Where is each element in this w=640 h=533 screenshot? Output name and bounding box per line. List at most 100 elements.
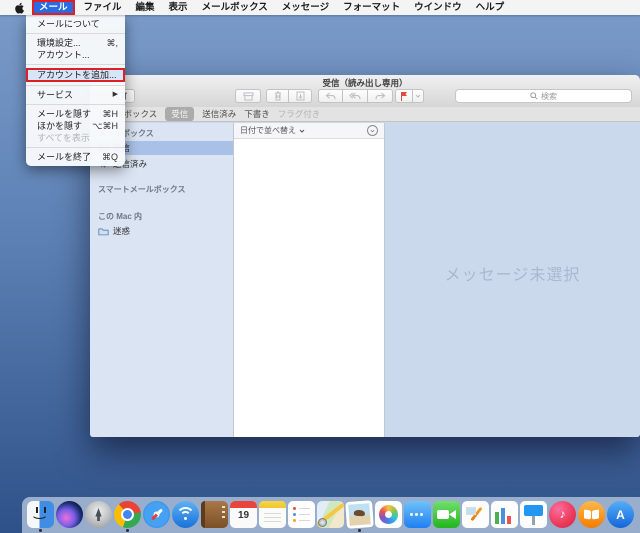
search-input[interactable]: 検索 (455, 89, 632, 103)
sort-by-date-control[interactable]: 日付で並べ替え (240, 125, 305, 136)
filter-toggle-button[interactable] (367, 125, 378, 136)
junk-button[interactable] (289, 89, 312, 103)
trash-button[interactable] (266, 89, 289, 103)
menu-separator (26, 147, 125, 148)
apple-menu-icon[interactable] (8, 2, 30, 14)
siri-icon (56, 501, 83, 528)
sidebar-item-junk[interactable]: 迷惑 (90, 224, 233, 238)
dock-icon-ibooks[interactable] (577, 501, 606, 528)
search-placeholder: 検索 (541, 91, 557, 102)
window-titlebar[interactable]: 受信（読み出し専用） (90, 75, 640, 108)
dock-icon-maps[interactable] (316, 501, 345, 528)
dock-icon-reminders[interactable] (287, 501, 316, 528)
favorites-tab-drafts[interactable]: 下書き (244, 108, 270, 120)
ibooks-icon (578, 501, 605, 528)
dock: 19 ♪ A (22, 497, 640, 533)
dock-icon-safari[interactable] (142, 501, 171, 528)
reply-all-icon (349, 92, 361, 101)
forward-icon (375, 92, 386, 101)
dock-icon-calendar[interactable]: 19 (229, 501, 258, 528)
window-content: メールボックス 受信 送信済み スマートメールボックス この Mac 内 迷惑 … (90, 123, 640, 437)
dock-icon-chrome[interactable] (113, 501, 142, 532)
menu-item-label: アカウントを追加... (37, 70, 117, 80)
menu-item-services[interactable]: サービス ▶ (26, 89, 125, 101)
menubar-item-mail[interactable]: メール (32, 0, 75, 15)
dock-icon-keynote[interactable] (519, 501, 548, 528)
menu-item-shortcut: ⌥⌘H (92, 120, 118, 132)
favorites-tab-flagged[interactable]: フラグ付き (278, 108, 321, 120)
menu-item-label: サービス (37, 89, 73, 101)
flag-group (395, 89, 424, 103)
menu-item-label: 環境設定... (37, 37, 81, 49)
notes-icon (259, 501, 286, 528)
dock-icon-itunes[interactable]: ♪ (548, 501, 577, 528)
chrome-icon (114, 501, 141, 528)
app-store-glyph: A (607, 508, 634, 522)
dock-icon-airport-utility[interactable] (171, 501, 200, 528)
reply-group (318, 89, 393, 103)
flag-button[interactable] (395, 89, 413, 103)
menu-separator (26, 104, 125, 105)
airport-utility-icon (172, 501, 199, 528)
favorites-tab-inbox[interactable]: 受信 (165, 107, 194, 121)
menu-item-label: アカウント... (37, 49, 90, 61)
menubar-item-file[interactable]: ファイル (77, 0, 129, 15)
dock-icon-preview[interactable] (345, 501, 374, 532)
itunes-icon: ♪ (549, 501, 576, 528)
flag-icon (400, 91, 408, 101)
finder-icon (27, 501, 54, 528)
mail-window: 受信（読み出し専用） (90, 75, 640, 437)
menu-item-quit-mail[interactable]: メールを終了 ⌘Q (26, 151, 125, 163)
dock-icon-launchpad[interactable] (84, 501, 113, 528)
dock-icon-messages[interactable] (403, 501, 432, 528)
menu-separator (26, 85, 125, 86)
dock-icon-numbers[interactable] (490, 501, 519, 528)
dock-icon-photos[interactable] (374, 501, 403, 528)
menu-item-hide-others[interactable]: ほかを隠す ⌥⌘H (26, 120, 125, 132)
window-title: 受信（読み出し専用） (90, 77, 640, 89)
favorites-tab-sent[interactable]: 送信済み (202, 108, 236, 120)
archive-button[interactable] (235, 89, 261, 103)
photos-icon (375, 501, 402, 528)
junk-icon (296, 91, 305, 101)
forward-button[interactable] (368, 89, 393, 103)
reply-icon (325, 92, 336, 101)
reply-button[interactable] (318, 89, 343, 103)
message-list: 日付で並べ替え (233, 123, 385, 437)
menu-item-accounts[interactable]: アカウント... (26, 49, 125, 61)
dock-icon-app-store[interactable]: A (606, 501, 635, 528)
menubar-item-mailbox[interactable]: メールボックス (195, 0, 275, 15)
favorites-bar: メールボックス 受信 送信済み 下書き フラグ付き (90, 107, 640, 122)
flag-menu-button[interactable] (413, 89, 424, 103)
sidebar-item-label: 迷惑 (113, 225, 130, 237)
trash-icon (274, 91, 282, 101)
menu-item-label: ほかを隠す (37, 120, 82, 132)
menu-item-label: メールについて (37, 18, 100, 30)
menubar-item-edit[interactable]: 編集 (129, 0, 162, 15)
safari-icon (143, 501, 170, 528)
message-viewer-pane: メッセージ未選択 (385, 123, 640, 437)
menubar-item-format[interactable]: フォーマット (336, 0, 407, 15)
dock-icon-notes[interactable] (258, 501, 287, 528)
dock-icon-siri[interactable] (55, 501, 84, 528)
menu-bar: メール ファイル 編集 表示 メールボックス メッセージ フォーマット ウインド… (0, 0, 640, 15)
menubar-item-view[interactable]: 表示 (162, 0, 195, 15)
menubar-item-window[interactable]: ウインドウ (407, 0, 469, 15)
menu-item-add-account[interactable]: アカウントを追加... (26, 68, 125, 82)
menu-item-about-mail[interactable]: メールについて (26, 18, 125, 30)
menu-item-preferences[interactable]: 環境設定... ⌘, (26, 37, 125, 49)
dock-icon-contacts[interactable] (200, 501, 229, 528)
reply-all-button[interactable] (343, 89, 368, 103)
contacts-icon (201, 501, 228, 528)
dock-icon-finder[interactable] (26, 501, 55, 532)
menubar-item-message[interactable]: メッセージ (275, 0, 336, 15)
dock-icon-pages[interactable] (461, 501, 490, 528)
menu-item-label: メールを終了 (37, 151, 91, 163)
calendar-icon: 19 (230, 501, 257, 528)
preview-icon (345, 500, 374, 529)
no-message-selected-text: メッセージ未選択 (445, 261, 581, 285)
menu-item-shortcut: ⌘Q (102, 151, 118, 163)
menu-item-hide-mail[interactable]: メールを隠す ⌘H (26, 108, 125, 120)
dock-icon-facetime[interactable] (432, 501, 461, 528)
menubar-item-help[interactable]: ヘルプ (469, 0, 512, 15)
